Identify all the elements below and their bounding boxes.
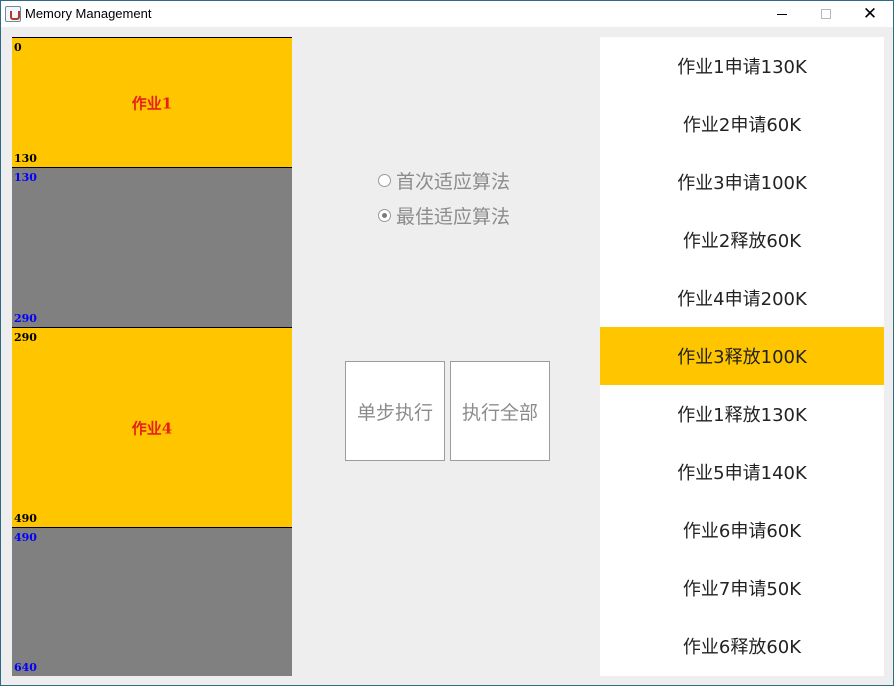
block-start-address: 290 <box>14 331 37 344</box>
operation-item[interactable]: 作业2申请60K <box>600 95 884 153</box>
memory-block: 130 290 <box>12 167 292 327</box>
block-start-address: 0 <box>14 41 22 54</box>
radio-unchecked-icon[interactable] <box>378 174 391 187</box>
operation-list[interactable]: 作业1申请130K 作业2申请60K 作业3申请100K 作业2释放60K 作业… <box>600 37 884 676</box>
block-end-address: 490 <box>14 512 37 525</box>
operation-item[interactable]: 作业4申请200K <box>600 269 884 327</box>
memory-map: 0 作业1 130 130 290 290 作业4 490 490 640 <box>12 37 292 676</box>
execute-all-button[interactable]: 执行全部 <box>450 361 550 461</box>
window-title: Memory Management <box>25 6 152 21</box>
memory-block: 0 作业1 130 <box>12 37 292 167</box>
radio-first-fit[interactable]: 首次适应算法 <box>378 167 510 194</box>
minimize-button[interactable] <box>760 1 804 27</box>
operation-item[interactable]: 作业2释放60K <box>600 211 884 269</box>
operation-item[interactable]: 作业6释放60K <box>600 617 884 675</box>
maximize-icon <box>821 9 831 19</box>
minimize-icon <box>777 13 787 15</box>
radio-label: 最佳适应算法 <box>396 206 511 228</box>
radio-label: 首次适应算法 <box>396 171 511 193</box>
block-start-address: 130 <box>14 171 37 184</box>
job-label: 作业4 <box>131 419 173 437</box>
radio-best-fit[interactable]: 最佳适应算法 <box>378 202 510 229</box>
app-window: Memory Management ✕ 0 作业1 130 130 290 29… <box>0 0 894 686</box>
block-end-address: 130 <box>14 152 37 165</box>
operation-item[interactable]: 作业1申请130K <box>600 37 884 95</box>
operation-item[interactable]: 作业7申请50K <box>600 559 884 617</box>
close-button[interactable]: ✕ <box>848 1 892 27</box>
operation-item[interactable]: 作业3申请100K <box>600 153 884 211</box>
block-start-address: 490 <box>14 531 37 544</box>
operation-item[interactable]: 作业5申请140K <box>600 443 884 501</box>
block-end-address: 640 <box>14 661 37 674</box>
operation-item[interactable]: 作业6申请60K <box>600 501 884 559</box>
block-end-address: 290 <box>14 312 37 325</box>
operation-item-current[interactable]: 作业3释放100K <box>600 327 884 385</box>
title-bar[interactable]: Memory Management ✕ <box>1 1 893 27</box>
radio-checked-icon[interactable] <box>378 209 391 222</box>
job-label: 作业1 <box>131 94 173 112</box>
java-app-icon <box>5 6 21 22</box>
maximize-button[interactable] <box>804 1 848 27</box>
step-execute-button[interactable]: 单步执行 <box>345 361 445 461</box>
close-icon: ✕ <box>862 3 878 24</box>
operation-item[interactable]: 作业1释放130K <box>600 385 884 443</box>
memory-block: 290 作业4 490 <box>12 327 292 527</box>
memory-block: 490 640 <box>12 527 292 676</box>
